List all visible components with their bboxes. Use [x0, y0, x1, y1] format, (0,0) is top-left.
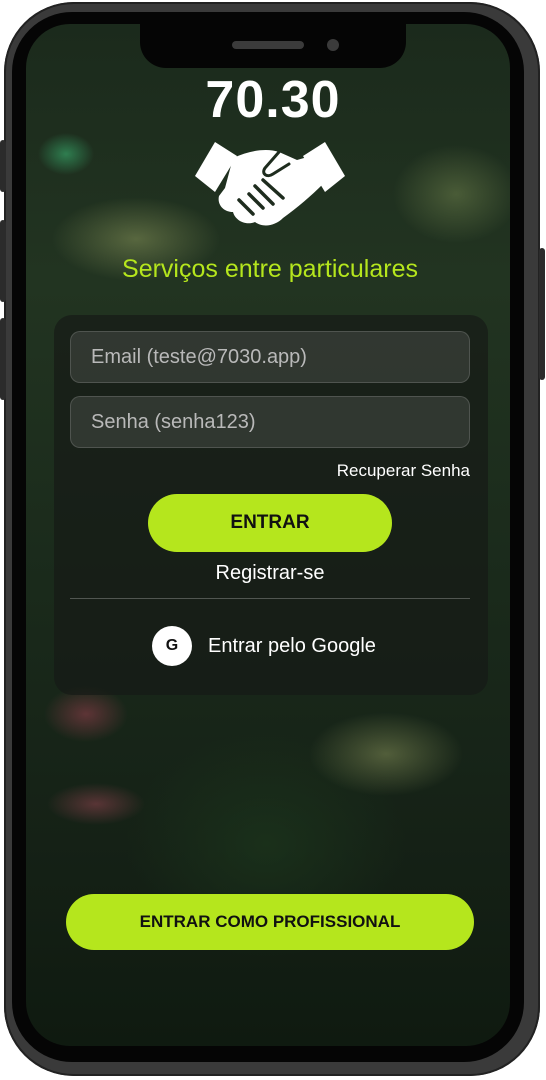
google-login-label: Entrar pelo Google [208, 634, 376, 657]
divider [70, 598, 470, 599]
google-login-button[interactable]: G Entrar pelo Google [152, 626, 376, 666]
phone-side-button [0, 318, 6, 400]
phone-side-button [0, 140, 6, 192]
register-link[interactable]: Registrar-se [0, 562, 540, 585]
login-button[interactable]: ENTRAR [148, 494, 392, 552]
professional-login-button[interactable]: ENTRAR COMO PROFISSIONAL [66, 894, 474, 950]
phone-notch [140, 12, 406, 68]
speaker-icon [232, 41, 304, 49]
handshake-icon [195, 142, 345, 226]
google-icon: G [152, 626, 192, 666]
email-input[interactable] [70, 331, 470, 383]
app-title: 70.30 [205, 71, 341, 129]
camera-icon [327, 39, 339, 51]
recover-password-link[interactable]: Recuperar Senha [337, 461, 470, 481]
app-subtitle: Serviços entre particulares [122, 255, 418, 283]
password-input[interactable] [70, 396, 470, 448]
